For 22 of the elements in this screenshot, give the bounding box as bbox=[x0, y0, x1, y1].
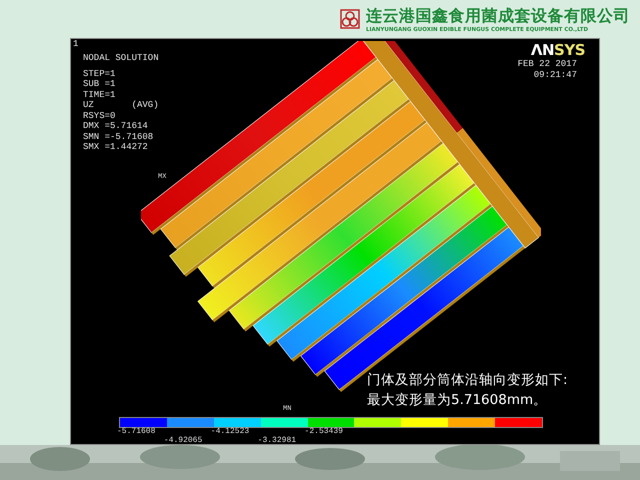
caption-line: 门体及部分筒体沿轴向变形如下: bbox=[367, 371, 568, 389]
legend-value: -4.12523 bbox=[210, 427, 250, 436]
company-name: 连云港国鑫食用菌成套设备有限公司 bbox=[366, 6, 630, 26]
result-info-line: SUB =1 bbox=[83, 79, 116, 90]
legend-value: -3.32981 bbox=[258, 436, 296, 444]
caption-line: 最大变形量为5.71608mm。 bbox=[367, 391, 548, 409]
result-info-line: DMX =5.71614 bbox=[83, 121, 149, 132]
result-info-line: STEP=1 bbox=[83, 68, 116, 79]
legend-value: -5.71608 bbox=[117, 427, 156, 436]
plot-title: NODAL SOLUTION bbox=[83, 53, 159, 64]
result-info-line: TIME=1 bbox=[83, 90, 116, 100]
window-number: 1 bbox=[73, 39, 78, 50]
result-info-line: UZ (AVG) bbox=[83, 100, 159, 110]
result-info-line: RSYS=0 bbox=[83, 110, 116, 121]
logo-icon bbox=[340, 9, 360, 29]
legend-value: -2.53439 bbox=[304, 427, 343, 436]
result-info-line: SMN =-5.71608 bbox=[83, 132, 154, 142]
legend-value: -4.92065 bbox=[164, 436, 202, 444]
result-info-line: SMX =1.44272 bbox=[83, 142, 149, 152]
plot-date: FEB 22 2017 bbox=[518, 59, 577, 70]
ansys-logo: ΛNSYS bbox=[530, 41, 585, 59]
plot-time: 09:21:47 bbox=[534, 70, 577, 81]
